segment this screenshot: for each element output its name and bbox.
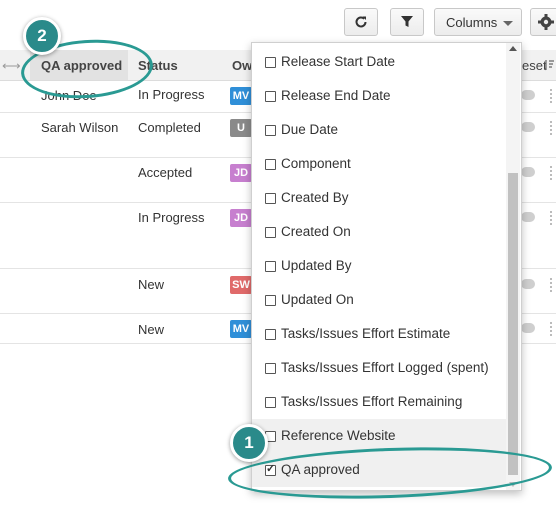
drag-handle-icon[interactable]: [550, 211, 556, 225]
row-owner-name: Sarah Wilson: [41, 120, 119, 135]
column-option-label: Updated By: [281, 258, 352, 273]
comment-icon[interactable]: [521, 279, 535, 289]
row-status: In Progress: [138, 87, 205, 102]
comment-icon[interactable]: [521, 212, 535, 222]
column-option-label: Tasks/Issues Effort Estimate: [281, 326, 451, 341]
column-option-effort-estimate[interactable]: Tasks/Issues Effort Estimate: [252, 317, 506, 351]
row-status: New: [138, 322, 165, 337]
refresh-icon: [355, 16, 367, 28]
drag-handle-icon[interactable]: [550, 89, 556, 103]
column-option-label: Tasks/Issues Effort Remaining: [281, 394, 463, 409]
comment-icon[interactable]: [521, 167, 535, 177]
checkbox[interactable]: [265, 295, 276, 306]
column-option-release-start-date[interactable]: Release Start Date: [252, 45, 506, 79]
drag-handle-icon[interactable]: [550, 166, 556, 180]
checkbox[interactable]: [265, 91, 276, 102]
column-option-label: Release Start Date: [281, 54, 396, 69]
avatar: MV: [230, 320, 252, 338]
checkbox[interactable]: [265, 261, 276, 272]
scrollbar-thumb[interactable]: [508, 173, 518, 475]
scroll-up-arrow-icon[interactable]: [509, 46, 517, 51]
filter-icon: [401, 16, 413, 27]
checkbox[interactable]: [265, 193, 276, 204]
column-option-label: Created By: [281, 190, 349, 205]
column-option-release-end-date[interactable]: Release End Date: [252, 79, 506, 113]
column-option-component[interactable]: Component: [252, 147, 506, 181]
chevron-down-icon: [503, 21, 513, 26]
column-option-label: Tasks/Issues Effort Logged (spent): [281, 360, 489, 375]
checkbox[interactable]: [265, 125, 276, 136]
comment-icon[interactable]: [521, 90, 535, 100]
checkbox[interactable]: [265, 363, 276, 374]
column-option-label: Created On: [281, 224, 351, 239]
avatar: JD: [230, 209, 252, 227]
column-option-effort-logged[interactable]: Tasks/Issues Effort Logged (spent): [252, 351, 506, 385]
sort-icon[interactable]: [545, 59, 555, 71]
checkbox[interactable]: [265, 227, 276, 238]
checkbox[interactable]: [265, 397, 276, 408]
dropdown-scrollbar[interactable]: [506, 43, 520, 490]
drag-handle-icon[interactable]: [550, 121, 556, 135]
column-header-preset[interactable]: eset: [522, 58, 547, 73]
avatar: U: [230, 119, 252, 137]
gear-icon: [538, 14, 554, 30]
callout-badge-two: 2: [23, 17, 61, 55]
column-option-updated-on[interactable]: Updated On: [252, 283, 506, 317]
columns-button-label: Columns: [446, 15, 498, 30]
avatar: MV: [230, 87, 252, 105]
drag-handle-icon[interactable]: [550, 278, 556, 292]
row-status: New: [138, 277, 165, 292]
avatar: JD: [230, 164, 252, 182]
column-option-label: Reference Website: [281, 428, 396, 443]
drag-handle-icon[interactable]: [550, 322, 556, 336]
column-option-label: Updated On: [281, 292, 354, 307]
column-option-created-by[interactable]: Created By: [252, 181, 506, 215]
columns-dropdown-menu: Release Start Date Release End Date Due …: [251, 42, 522, 491]
column-option-created-on[interactable]: Created On: [252, 215, 506, 249]
column-option-label: Due Date: [281, 122, 339, 137]
column-option-due-date[interactable]: Due Date: [252, 113, 506, 147]
checkbox[interactable]: [265, 329, 276, 340]
row-status: Completed: [138, 120, 201, 135]
avatar: SW: [230, 276, 252, 294]
column-option-effort-remaining[interactable]: Tasks/Issues Effort Remaining: [252, 385, 506, 419]
comment-icon[interactable]: [521, 122, 535, 132]
row-status: Accepted: [138, 165, 193, 180]
column-option-label: Component: [281, 156, 351, 171]
column-header-owner[interactable]: Ow: [232, 58, 252, 73]
comment-icon[interactable]: [521, 323, 535, 333]
column-option-updated-by[interactable]: Updated By: [252, 249, 506, 283]
column-option-label: Release End Date: [281, 88, 391, 103]
toolbar: Columns: [0, 0, 556, 42]
callout-badge-one: 1: [230, 424, 268, 462]
checkbox[interactable]: [265, 57, 276, 68]
row-status: In Progress: [138, 210, 205, 225]
column-resize-icon[interactable]: ⟷: [2, 58, 21, 74]
checkbox[interactable]: [265, 159, 276, 170]
refresh-button[interactable]: [344, 8, 378, 36]
columns-button[interactable]: Columns: [434, 8, 522, 36]
settings-button[interactable]: [530, 8, 556, 36]
filter-button[interactable]: [390, 8, 424, 36]
